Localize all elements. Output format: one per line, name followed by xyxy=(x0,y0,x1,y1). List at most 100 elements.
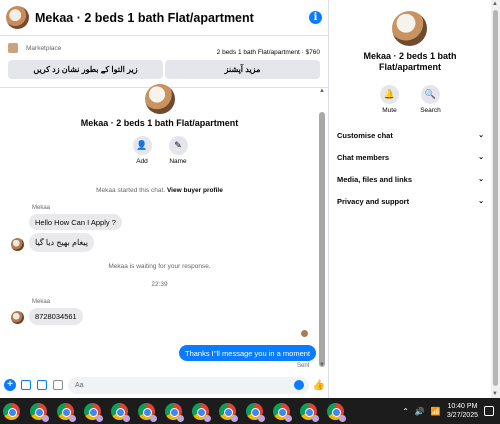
message-list: Mekaa · 2 beds 1 bath Flat/apartment 👤 A… xyxy=(0,84,329,370)
read-receipt-avatar xyxy=(301,330,308,337)
info-actions: 🔔 Mute 🔍 Search xyxy=(330,85,490,114)
chat-header: Mekaa · 2 beds 1 bath Flat/apartment i xyxy=(0,0,328,36)
chevron-up-icon[interactable]: ⌃ xyxy=(402,407,409,416)
chat-started-text: Mekaa started this chat. xyxy=(96,187,166,194)
listing-title[interactable]: 2 beds 1 bath Flat/apartment · $760 xyxy=(217,49,320,56)
chat-scrollbar[interactable]: ▲ ▼ xyxy=(318,86,326,368)
name-action[interactable]: ✎ Name xyxy=(158,136,198,165)
message-bubble[interactable]: 8728034561 xyxy=(29,308,83,325)
info-icon[interactable]: i xyxy=(309,11,322,24)
clock-time: 10:40 PM xyxy=(447,403,478,410)
profile-name: Mekaa · 2 beds 1 bath Flat/apartment xyxy=(80,118,239,128)
notification-icon[interactable] xyxy=(484,406,494,416)
chrome-profile-icon[interactable] xyxy=(30,402,49,422)
sent-status: Sent xyxy=(297,363,310,369)
listing-thumbnail[interactable] xyxy=(8,43,18,53)
chrome-profile-icon[interactable] xyxy=(300,402,319,422)
chat-started-notice: Mekaa started this chat. View buyer prof… xyxy=(0,187,319,194)
chrome-profile-icon[interactable] xyxy=(138,402,157,422)
info-menu: Customise chat ⌄ Chat members ⌄ Media, f… xyxy=(336,124,484,212)
add-action[interactable]: 👤 Add xyxy=(122,136,162,165)
customise-chat-item[interactable]: Customise chat ⌄ xyxy=(336,124,484,146)
chrome-profile-icon[interactable] xyxy=(246,402,265,422)
scroll-down-arrow-icon[interactable]: ▼ xyxy=(319,362,325,368)
chevron-down-icon: ⌄ xyxy=(478,198,484,205)
bell-icon: 🔔 xyxy=(380,85,399,104)
window-scrollbar-thumb[interactable] xyxy=(493,10,498,386)
clock-date: 3/27/2025 xyxy=(446,412,478,419)
menu-item-label: Customise chat xyxy=(337,130,393,140)
view-buyer-profile-link[interactable]: View buyer profile xyxy=(167,187,223,194)
message-bubble[interactable]: Hello How Can I Apply ? xyxy=(29,214,122,230)
chrome-profile-icon[interactable] xyxy=(327,402,346,422)
chevron-down-icon: ⌄ xyxy=(478,154,484,161)
search-button[interactable]: 🔍 Search xyxy=(419,85,443,114)
sender-name: Mekaa xyxy=(32,205,51,211)
taskbar: ⌃ 🔊 📶 10:40 PM 3/27/2025 xyxy=(0,398,500,424)
more-options-button[interactable]: مزید آپشنز xyxy=(165,60,320,79)
scroll-up-arrow-icon[interactable]: ▲ xyxy=(319,88,325,94)
media-files-links-item[interactable]: Media, files and links ⌄ xyxy=(336,168,484,190)
message-input[interactable]: Aa xyxy=(68,376,309,394)
info-title-line-2: Flat/apartment xyxy=(378,62,441,72)
chat-avatar[interactable] xyxy=(6,6,29,29)
info-avatar[interactable] xyxy=(392,11,427,46)
message-timestamp: 22:39 xyxy=(151,281,168,288)
chat-column: Mekaa · 2 beds 1 bath Flat/apartment i M… xyxy=(0,0,329,398)
chat-info-panel: Mekaa · 2 beds 1 bath Flat/apartment 🔔 M… xyxy=(330,0,490,398)
taskbar-apps xyxy=(0,402,346,422)
chrome-profile-icon[interactable] xyxy=(273,402,292,422)
profile-avatar[interactable] xyxy=(145,84,175,114)
chrome-profile-icon[interactable] xyxy=(84,402,103,422)
plus-icon[interactable]: + xyxy=(4,379,16,391)
chrome-profile-icon[interactable] xyxy=(192,402,211,422)
chrome-profile-icon[interactable] xyxy=(165,402,184,422)
mute-button[interactable]: 🔔 Mute xyxy=(378,85,402,114)
chat-title[interactable]: Mekaa · 2 beds 1 bath Flat/apartment xyxy=(35,11,309,25)
marketplace-button-row: زیر التوا کے بطور نشان زد کریں مزید آپشن… xyxy=(8,60,320,79)
privacy-support-item[interactable]: Privacy and support ⌄ xyxy=(336,190,484,212)
scroll-up-arrow-icon[interactable]: ▲ xyxy=(492,1,498,7)
search-icon: 🔍 xyxy=(421,85,440,104)
waiting-notice: Mekaa is waiting for your response. xyxy=(108,263,211,270)
chrome-profile-icon[interactable] xyxy=(57,402,76,422)
chrome-profile-icon[interactable] xyxy=(219,402,238,422)
system-tray: ⌃ 🔊 📶 10:40 PM 3/27/2025 xyxy=(402,398,494,424)
message-input-placeholder: Aa xyxy=(75,381,84,389)
composer: + Aa 👍 xyxy=(0,372,329,398)
scroll-down-arrow-icon[interactable]: ▼ xyxy=(492,391,498,397)
sticker-icon[interactable] xyxy=(36,379,48,391)
add-person-icon: 👤 xyxy=(132,136,152,155)
menu-item-label: Chat members xyxy=(337,152,390,162)
sender-avatar[interactable] xyxy=(11,311,24,324)
mute-label: Mute xyxy=(382,107,397,114)
menu-item-label: Privacy and support xyxy=(337,196,410,206)
sender-name: Mekaa xyxy=(32,299,51,305)
info-title-line-1: Mekaa · 2 beds 1 bath xyxy=(363,51,457,61)
marketplace-label: Marketplace xyxy=(26,44,62,52)
scrollbar-thumb[interactable] xyxy=(319,112,325,367)
message-bubble[interactable]: پیغام بھیج دیا گیا xyxy=(29,233,94,252)
mark-pending-button[interactable]: زیر التوا کے بطور نشان زد کریں xyxy=(8,60,163,79)
speaker-icon[interactable]: 🔊 xyxy=(415,407,425,416)
chrome-profile-icon[interactable] xyxy=(111,402,130,422)
gif-icon[interactable] xyxy=(52,379,64,391)
sender-avatar[interactable] xyxy=(11,238,24,251)
search-label: Search xyxy=(420,107,441,114)
clock[interactable]: 10:40 PM 3/27/2025 xyxy=(447,402,478,420)
emoji-icon[interactable] xyxy=(294,379,304,390)
name-label: Name xyxy=(169,158,187,165)
message-bubble-mine[interactable]: Thanks I''ll message you in a moment xyxy=(179,345,317,361)
wifi-icon[interactable]: 📶 xyxy=(431,407,441,416)
pencil-icon: ✎ xyxy=(168,136,188,155)
window-scrollbar[interactable]: ▲ ▼ xyxy=(491,0,500,398)
add-label: Add xyxy=(136,158,148,165)
menu-item-label: Media, files and links xyxy=(337,174,413,184)
chevron-down-icon: ⌄ xyxy=(478,132,484,139)
chat-members-item[interactable]: Chat members ⌄ xyxy=(336,146,484,168)
info-title: Mekaa · 2 beds 1 bath Flat/apartment xyxy=(330,51,490,73)
chrome-icon[interactable] xyxy=(3,402,20,420)
image-icon[interactable] xyxy=(20,379,32,391)
thumbs-up-icon[interactable]: 👍 xyxy=(313,379,325,391)
chevron-down-icon: ⌄ xyxy=(478,176,484,183)
